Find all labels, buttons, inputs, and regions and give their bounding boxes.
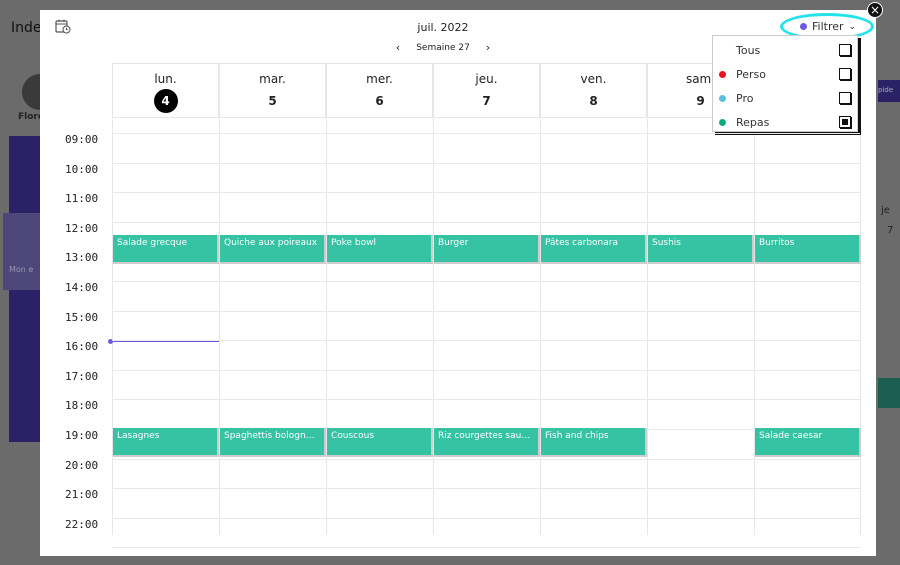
bg-sidebar-label: Mon e [9, 265, 34, 274]
day-header[interactable]: jeu. 7 [433, 63, 540, 118]
day-name: mar. [259, 72, 286, 86]
event-lunch[interactable]: Salade grecque [113, 235, 219, 264]
close-icon[interactable]: × [867, 2, 883, 18]
filter-label: Filtrer [812, 20, 844, 33]
event-dinner[interactable]: Couscous [327, 428, 433, 457]
bg-text: je [881, 205, 890, 216]
event-lunch[interactable]: Burritos [755, 235, 861, 264]
filter-option-repas[interactable]: Repas [713, 111, 857, 133]
hour-label: 22:00 [65, 517, 99, 531]
event-lunch[interactable]: Pâtes carbonara [541, 235, 647, 264]
filter-button[interactable]: Filtrer ⌄ [800, 20, 856, 33]
hour-line [112, 310, 860, 312]
bg-sidebar-active [3, 213, 40, 290]
day-column[interactable] [433, 119, 540, 535]
day-number: 7 [482, 94, 491, 108]
hour-line [112, 399, 860, 401]
day-number: 5 [268, 94, 277, 108]
hour-label: 14:00 [65, 281, 99, 294]
hour-label: 12:00 [65, 221, 99, 235]
hour-label: 13:00 [65, 251, 99, 265]
bg-right-button: pide [878, 80, 900, 102]
day-name: ven. [580, 72, 607, 86]
day-name: lun. [154, 72, 177, 86]
day-column[interactable] [219, 119, 326, 535]
day-column[interactable] [540, 119, 647, 535]
grid-right-border [860, 119, 861, 535]
day-number: 6 [375, 94, 384, 108]
hour-label: 19:00 [65, 429, 99, 442]
bg-text: 7 [887, 225, 894, 236]
color-dot-icon [719, 94, 726, 102]
day-number: 9 [696, 94, 705, 108]
filter-option-perso[interactable]: Perso [713, 63, 857, 85]
hour-line [112, 281, 860, 282]
hour-label: 10:00 [65, 162, 99, 176]
checkbox[interactable] [839, 92, 851, 104]
day-number: 4 [153, 89, 178, 113]
checkbox[interactable] [839, 116, 851, 128]
day-header[interactable]: ven. 8 [540, 63, 647, 118]
event-dinner[interactable]: Salade caesar [755, 428, 861, 457]
calendar-modal: juil. 2022 ‹ Semaine 27 › lun. 4 mar. 5 mer.… [40, 2, 883, 556]
hour-line [112, 133, 860, 134]
event-dinner[interactable]: Spaghettis bolognaise [220, 428, 326, 457]
week-label: Semaine 27 [416, 42, 470, 53]
chevron-down-icon: ⌄ [848, 21, 857, 32]
hour-line [112, 221, 860, 223]
event-dinner[interactable]: Fish and chips [541, 428, 647, 457]
hour-line [112, 369, 860, 371]
chevron-left-icon[interactable]: ‹ [396, 41, 400, 54]
checkbox[interactable] [839, 44, 851, 56]
day-column[interactable] [647, 119, 754, 535]
filter-option-label: Perso [736, 67, 766, 81]
filter-dot-icon [800, 23, 807, 30]
event-lunch[interactable]: Quiche aux poireaux [220, 235, 326, 264]
hour-label: 18:00 [65, 399, 99, 413]
hour-line [112, 488, 860, 490]
hour-label: 21:00 [65, 488, 99, 502]
hour-label: 16:00 [65, 340, 99, 354]
bg-right-block [878, 378, 900, 408]
day-header[interactable]: lun. 4 [112, 63, 219, 118]
hour-line [112, 340, 860, 342]
hour-line [112, 517, 860, 519]
event-lunch[interactable]: Burger [434, 235, 540, 264]
filter-option-tous[interactable]: Tous [713, 39, 857, 61]
day-column[interactable] [754, 119, 861, 535]
filter-dropdown: Tous Perso Pro Repas [712, 35, 858, 132]
event-lunch[interactable]: Poke bowl [327, 235, 433, 264]
hour-label: 17:00 [65, 369, 99, 383]
hour-line [112, 547, 860, 549]
hour-line [112, 458, 860, 460]
hour-label: 15:00 [65, 310, 99, 324]
hour-line [112, 162, 860, 164]
day-header[interactable]: mer. 6 [326, 63, 433, 118]
color-dot-icon [719, 70, 726, 78]
hour-label: 20:00 [65, 458, 99, 472]
event-dinner[interactable]: Riz courgettes saumon [434, 428, 540, 457]
event-lunch[interactable]: Sushis [648, 235, 754, 264]
bg-title: Inde [11, 20, 42, 36]
hour-label: 09:00 [65, 133, 99, 146]
chevron-right-icon[interactable]: › [486, 41, 490, 54]
hour-label: 11:00 [65, 192, 99, 206]
filter-option-pro[interactable]: Pro [713, 87, 857, 109]
month-title: juil. 2022 [417, 21, 469, 34]
filter-option-label: Repas [736, 115, 770, 129]
day-name: jeu. [475, 72, 498, 86]
day-number: 8 [589, 94, 598, 108]
day-column[interactable] [326, 119, 433, 535]
hour-line [112, 192, 860, 194]
event-dinner[interactable]: Lasagnes [113, 428, 219, 457]
filter-option-label: Tous [736, 43, 761, 57]
day-header[interactable]: mar. 5 [219, 63, 326, 118]
color-dot-icon [719, 118, 726, 126]
day-name: mer. [366, 72, 393, 86]
day-column[interactable] [112, 119, 219, 535]
filter-option-label: Pro [736, 91, 754, 105]
checkbox[interactable] [839, 68, 851, 80]
